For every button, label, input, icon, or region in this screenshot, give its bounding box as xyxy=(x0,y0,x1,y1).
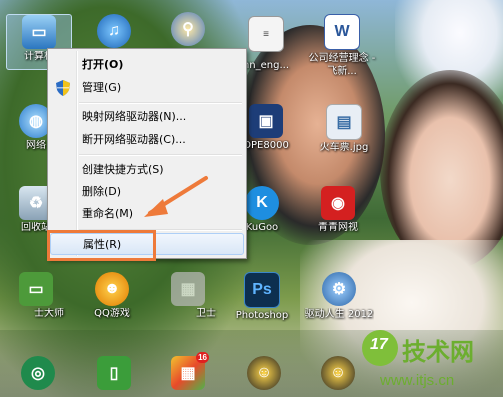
watermark: 17 技术网 www.itjs.cn xyxy=(362,330,503,397)
watermark-url: www.itjs.cn xyxy=(380,372,455,389)
brand-logo-icon: 17 xyxy=(362,330,398,366)
watermark-brand: 技术网 xyxy=(402,338,474,366)
brand-logo-text: 17 xyxy=(370,336,388,353)
